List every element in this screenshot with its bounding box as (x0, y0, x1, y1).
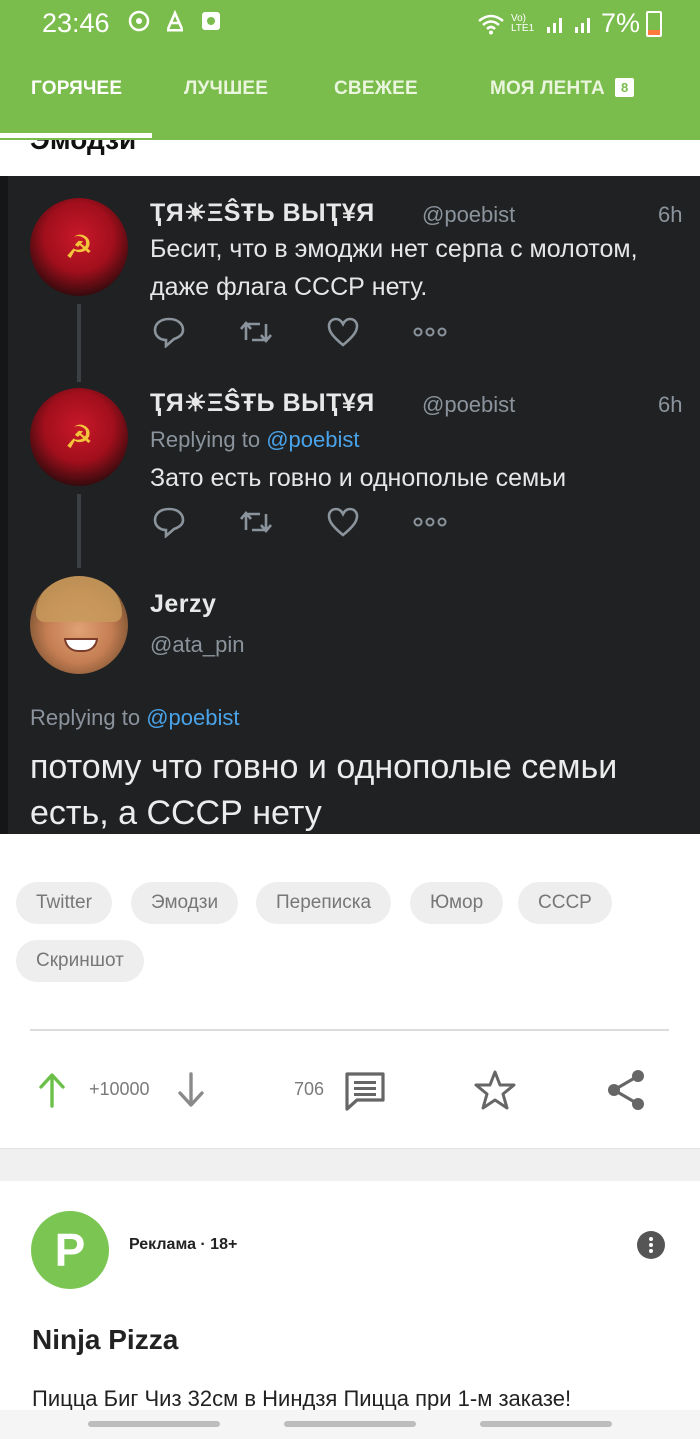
thread-line (77, 494, 81, 568)
divider (30, 1029, 669, 1031)
app-header: 23:46 Vo) LTE1 7% ГОРЯЧЕЕ ЛУЧШЕЕ СВЕЖЕЕ … (0, 0, 700, 140)
tag-correspondence[interactable]: Переписка (256, 882, 392, 924)
post-title-clip: Эмодзи (0, 140, 700, 176)
reply-icon (153, 507, 185, 538)
tweet-text: Бесит, что в эмоджи нет серпа с молотом,… (150, 235, 638, 301)
reply-prefix: Replying to (30, 705, 147, 730)
comments-count: 706 (294, 1079, 325, 1099)
active-tab-indicator (0, 133, 152, 138)
post-action-bar: +10000 706 (0, 1058, 700, 1122)
status-time: 23:46 (42, 8, 110, 38)
tweet-handle: @poebist (422, 392, 516, 417)
wifi-icon (478, 14, 504, 34)
signal-icon (546, 17, 562, 33)
nav-home-button[interactable] (284, 1421, 416, 1427)
image-edge (0, 176, 8, 834)
tab-best[interactable]: ЛУЧШЕЕ (184, 78, 268, 100)
hammer-sickle-icon: ☭ (64, 229, 94, 265)
ad-description[interactable]: Пицца Биг Чиз 32см в Ниндзя Пицца при 1-… (32, 1386, 571, 1412)
retweet-icon (240, 320, 272, 344)
tab-hot[interactable]: ГОРЯЧЕЕ (31, 78, 122, 100)
signal-icon-2 (574, 17, 590, 33)
tab-my-feed-badge: 8 (614, 78, 635, 97)
more-icon (413, 327, 447, 337)
tweet-actions (152, 316, 448, 348)
ad-more-icon[interactable] (637, 1231, 665, 1259)
star-icon[interactable] (473, 1068, 517, 1112)
tweet-text: Зато есть говно и однополые семьи (150, 464, 567, 492)
post-title[interactable]: Эмодзи (30, 140, 136, 156)
battery-percent: 7% (600, 8, 640, 38)
tag-emoji[interactable]: Эмодзи (131, 882, 239, 924)
text-a-icon (166, 10, 184, 32)
tweet-text-large: потому что говно и однополые семьи есть,… (30, 748, 618, 832)
ad-label: Реклама · 18+ (129, 1236, 238, 1253)
nav-back-button[interactable] (480, 1421, 612, 1427)
hammer-sickle-icon: ☭ (64, 419, 94, 455)
nav-recents-button[interactable] (88, 1421, 220, 1427)
like-icon (327, 507, 359, 537)
tweet-time: 6h (658, 392, 683, 417)
tweet-handle: @ata_pin (150, 632, 245, 657)
status-left-icons (128, 10, 222, 32)
battery-icon (646, 10, 662, 37)
tweet-actions (152, 506, 448, 538)
tweet-author-name: ҬЯ☀ΞŜŦЬ ВЫҬ¥Я (150, 199, 375, 227)
like-icon (327, 317, 359, 347)
ad-title[interactable]: Ninja Pizza (32, 1324, 178, 1356)
reply-to-link: @poebist (266, 427, 360, 452)
post-image-tweets[interactable]: ☭ ҬЯ☀ΞŜŦЬ ВЫҬ¥Я @poebist 6h Бесит, что в… (0, 176, 700, 834)
tweet-author-name: Jerzy (150, 590, 217, 618)
feed-tabs: ГОРЯЧЕЕ ЛУЧШЕЕ СВЕЖЕЕ МОЯ ЛЕНТА 8 (0, 78, 700, 118)
avatar (30, 576, 128, 674)
rating-count: +10000 (89, 1079, 150, 1099)
tweet-handle: @poebist (422, 202, 516, 227)
thread-line (77, 304, 81, 382)
app-icon (202, 12, 220, 30)
tab-my-feed-label: МОЯ ЛЕНТА (490, 78, 605, 99)
reply-prefix: Replying to (150, 427, 267, 452)
retweet-icon (240, 510, 272, 534)
tweet-reply-line: Replying to @poebist (150, 427, 359, 453)
status-right: Vo) LTE1 7% (477, 8, 662, 39)
tweet-reply-line: Replying to @poebist (30, 705, 239, 731)
feed-separator (0, 1148, 700, 1181)
reply-to-link: @poebist (146, 705, 240, 730)
tag-screenshot[interactable]: Скриншот (16, 940, 144, 982)
tweet-author-name: ҬЯ☀ΞŜŦЬ ВЫҬ¥Я (150, 389, 375, 417)
share-icon[interactable] (605, 1068, 647, 1112)
tag-twitter[interactable]: Twitter (16, 882, 112, 924)
tag-humor[interactable]: Юмор (410, 882, 504, 924)
ad-logo[interactable]: P (31, 1211, 109, 1289)
downvote-arrow-icon[interactable] (177, 1072, 205, 1108)
tag-ussr[interactable]: СССР (518, 882, 612, 924)
avatar: ☭ (30, 388, 128, 486)
system-nav-bar (0, 1410, 700, 1439)
more-icon (413, 517, 447, 527)
status-bar: 23:46 Vo) LTE1 7% (0, 0, 700, 48)
tab-fresh[interactable]: СВЕЖЕЕ (334, 78, 418, 100)
avatar: ☭ (30, 198, 128, 296)
reply-icon (153, 317, 185, 348)
network-label: Vo) LTE1 (510, 12, 535, 34)
upvote-arrow-icon[interactable] (38, 1072, 66, 1108)
comments-icon[interactable] (343, 1070, 387, 1112)
sync-icon (128, 10, 150, 32)
tab-my-feed[interactable]: МОЯ ЛЕНТА 8 (490, 78, 635, 100)
tweet-time: 6h (658, 202, 683, 227)
